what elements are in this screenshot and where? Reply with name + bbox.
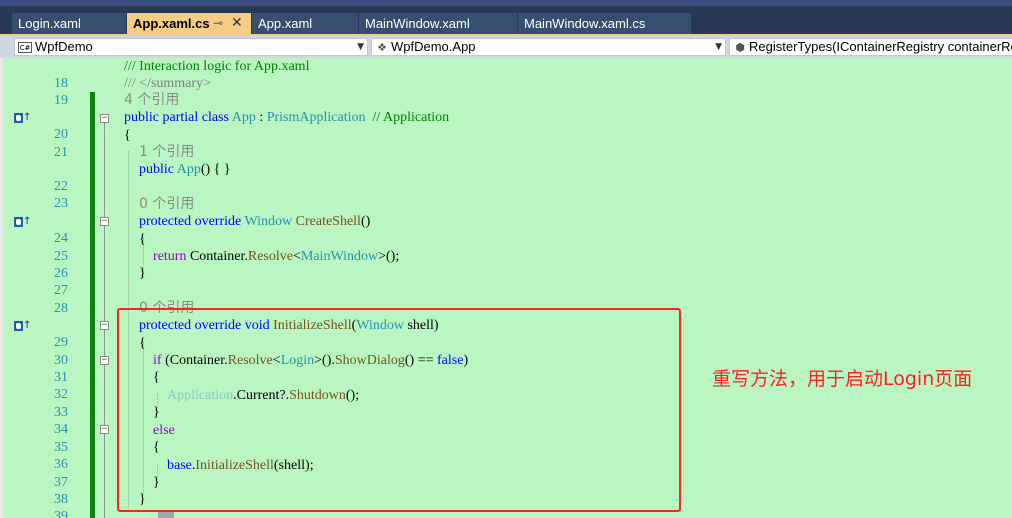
code-text: /// </summary>	[124, 76, 211, 91]
pin-icon[interactable]: ⊸	[213, 13, 223, 34]
code-text: public partial class App : PrismApplicat…	[124, 110, 450, 125]
code-text: {	[139, 232, 146, 247]
class-dropdown[interactable]: ❖ WpfDemo.App ▼	[371, 38, 726, 56]
line-number: 28	[54, 301, 68, 316]
tab-label: Login.xaml	[18, 16, 81, 31]
code-line-21: 21 {	[0, 127, 1012, 160]
close-icon[interactable]: ✕	[231, 12, 243, 33]
code-line-24: 24 protected override Window CreateShell…	[0, 213, 1012, 246]
code-text: /// Interaction logic for App.xaml	[124, 59, 310, 74]
navigation-bar: C# WpfDemo ▼ ❖ WpfDemo.App ▼ ⬢ RegisterType…	[0, 36, 1012, 58]
annotation-note: 重写方法，用于启动Login页面	[712, 368, 973, 390]
codelens-references[interactable]: 1 个引用	[139, 144, 194, 161]
tab-app-xaml-cs[interactable]: App.xaml.cs ⊸ ✕	[127, 13, 251, 34]
code-line-18: 18 /// Interaction logic for App.xaml	[0, 58, 1012, 91]
code-text: return Container.Resolve<MainWindow>();	[153, 249, 400, 264]
code-line-27: 27 }	[0, 265, 1012, 298]
code-line-28: 28	[0, 283, 1012, 316]
codelens-references[interactable]: 0 个引用	[139, 196, 194, 213]
code-text: public App() { }	[139, 162, 231, 177]
code-line-19: 19 /// </summary>	[0, 75, 1012, 108]
line-number: 23	[54, 196, 68, 211]
tab-login-xaml[interactable]: Login.xaml	[12, 13, 126, 34]
tab-mainwindow-xaml[interactable]: MainWindow.xaml	[359, 13, 517, 34]
csharp-project-icon: C#	[18, 42, 32, 54]
line-number: 19	[54, 93, 68, 108]
tab-app-xaml[interactable]: App.xaml	[252, 13, 358, 34]
codelens-references[interactable]: 4 个引用	[124, 92, 179, 109]
tab-label: App.xaml	[258, 16, 313, 31]
annotation-highlight-box	[117, 308, 681, 512]
chevron-down-icon: ▼	[715, 42, 722, 52]
project-name: WpfDemo	[35, 39, 93, 54]
code-text: {	[124, 128, 131, 143]
tabbar-top-strip	[0, 0, 1012, 6]
code-line-20: 20 public partial class App : PrismAppli…	[0, 109, 1012, 142]
code-line-25: 25 {	[0, 231, 1012, 264]
tab-label: App.xaml.cs	[133, 16, 210, 31]
code-text: protected override Window CreateShell()	[139, 214, 371, 229]
document-tab-bar: Login.xaml App.xaml.cs ⊸ ✕ App.xaml Main…	[0, 0, 1012, 34]
code-text: }	[139, 266, 146, 281]
tab-label: MainWindow.xaml	[365, 16, 470, 31]
class-name: WpfDemo.App	[391, 39, 476, 54]
code-line-22: 22 public App() { }	[0, 161, 1012, 194]
class-icon: ❖	[377, 40, 387, 54]
member-dropdown[interactable]: ⬢ RegisterTypes(IContainerRegistry contai…	[729, 38, 1012, 56]
tab-label: MainWindow.xaml.cs	[524, 16, 646, 31]
code-line-23: 23	[0, 178, 1012, 211]
member-name: RegisterTypes(IContainerRegistry contain…	[749, 39, 1012, 54]
line-number: 21	[54, 145, 68, 160]
tab-mainwindow-xaml-cs[interactable]: MainWindow.xaml.cs	[518, 13, 691, 34]
method-icon: ⬢	[735, 40, 745, 54]
code-editor[interactable]: − − − − − ↑ ↑ ↑ 18 /// Interaction logic…	[0, 58, 1012, 518]
project-dropdown[interactable]: C# WpfDemo ▼	[14, 38, 368, 56]
chevron-down-icon: ▼	[357, 42, 364, 52]
code-line-26: 26 return Container.Resolve<MainWindow>(…	[0, 248, 1012, 281]
